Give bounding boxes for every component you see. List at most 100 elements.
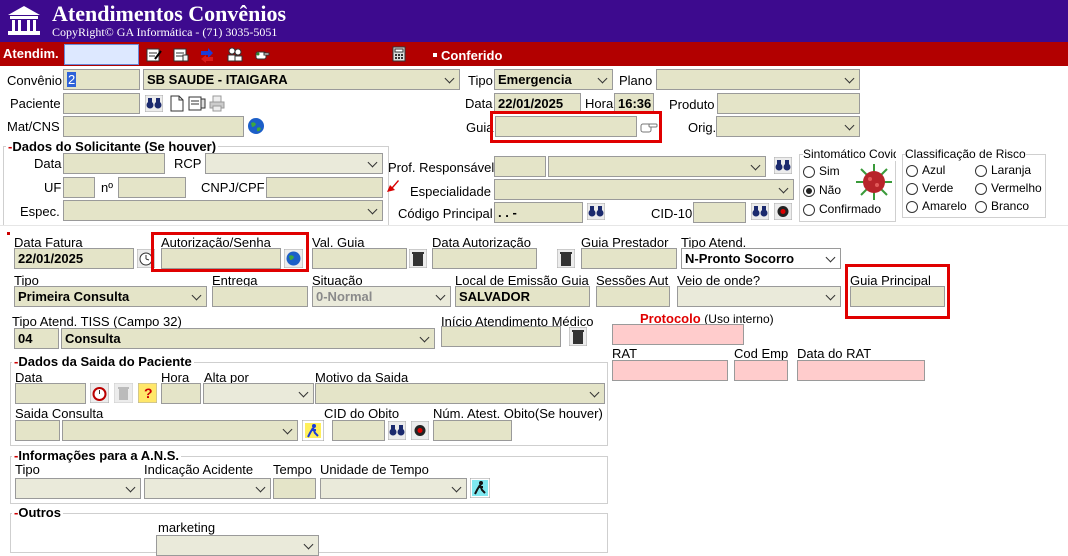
calculator-icon[interactable] [391,46,407,62]
record-icon[interactable] [774,203,792,220]
data-fatura-input[interactable]: 22/01/2025 [14,248,134,269]
saida-consulta-code-input[interactable] [15,420,60,441]
guia-prest-input[interactable] [581,248,677,269]
cnpj-input[interactable] [266,177,383,198]
saida-consulta-select[interactable] [62,420,298,441]
binoculars-icon[interactable] [751,203,769,220]
users-icon[interactable] [227,46,243,62]
numero-label: nº [101,180,113,195]
globe-icon[interactable] [247,117,265,135]
inicio-input[interactable] [441,326,561,347]
id-card-icon[interactable] [188,95,206,112]
indicacao-select[interactable] [144,478,271,499]
sintomatico-confirmado-radio[interactable] [803,204,815,216]
tiss-select[interactable]: Consulta [61,328,435,349]
running-exit-icon[interactable] [302,420,324,441]
guia-input[interactable] [495,116,637,137]
guia-principal-input[interactable] [850,286,945,307]
unidade-select[interactable] [320,478,467,499]
binoculars-icon[interactable] [145,95,163,112]
prof-select[interactable] [548,156,766,177]
risco-branco-radio[interactable] [975,201,987,213]
entrega-input[interactable] [212,286,308,307]
tipo-atend-select[interactable]: N-Pronto Socorro [681,248,841,269]
cid-input[interactable] [693,202,746,223]
convenio-select[interactable]: SB SAUDE - ITAIGARA [143,69,460,90]
binoculars-icon[interactable] [388,421,406,440]
sol-data-input[interactable] [63,153,165,174]
atendim-input[interactable] [64,44,139,65]
alarm-clock-icon[interactable] [90,383,109,403]
conferido-label: Conferido [441,48,503,63]
situacao-select[interactable]: 0-Normal [312,286,451,307]
record-icon[interactable] [411,421,429,440]
rat-input[interactable] [612,360,728,381]
prof-label: Prof. Responsável [388,160,495,175]
paciente-input[interactable] [63,93,140,114]
data-aut-input[interactable] [432,248,537,269]
data-rat-label: Data do RAT [797,346,872,361]
num-atest-label: Núm. Atest. Obito(Se houver) [433,406,603,421]
pointing-hand-icon[interactable] [640,120,658,134]
risco-laranja-radio[interactable] [975,165,987,177]
especialidade-select[interactable] [494,179,794,200]
trash-icon[interactable] [569,327,587,346]
codigo-input[interactable]: . . - [494,202,583,223]
orig-select[interactable] [716,116,860,137]
risco-azul-radio[interactable] [906,165,918,177]
binoculars-icon[interactable] [587,203,605,220]
cid-obito-input[interactable] [332,420,385,441]
convenio-code-input[interactable]: 2 [63,69,140,90]
form-edit-icon[interactable] [146,47,162,63]
hand-point-icon[interactable] [254,47,270,63]
tipo-fatura-select[interactable]: Primeira Consulta [14,286,207,307]
motivo-select[interactable] [315,383,605,404]
val-guia-input[interactable] [312,248,407,269]
sintomatico-nao-radio[interactable] [803,185,815,197]
cod-emp-input[interactable] [734,360,788,381]
matcns-input[interactable] [63,116,244,137]
globe-icon[interactable] [284,249,303,268]
num-atest-input[interactable] [433,420,512,441]
plano-select[interactable] [656,69,860,90]
veio-select[interactable] [677,286,841,307]
saida-data-input[interactable] [15,383,86,404]
sintomatico-sim-radio[interactable] [803,166,815,178]
numero-input[interactable] [118,177,186,198]
rcp-select[interactable] [205,153,383,174]
help-icon[interactable]: ? [138,383,157,403]
trash-icon[interactable] [557,249,575,268]
transfer-icon[interactable] [199,47,215,63]
alta-select[interactable] [203,383,314,404]
risco-amarelo-radio[interactable] [906,201,918,213]
trash-icon[interactable] [409,249,427,268]
tempo-input[interactable] [273,478,316,499]
tipo-select[interactable]: Emergencia [494,69,613,90]
espec-select[interactable] [63,200,383,221]
hora-label: Hora [585,96,614,111]
sessoes-input[interactable] [596,286,670,307]
tiss-code-input[interactable]: 04 [14,328,59,349]
cid-obito-label: CID do Obito [324,406,400,421]
risco-verde-radio[interactable] [906,183,918,195]
document-icon[interactable] [169,95,185,112]
running-exit-icon[interactable] [470,478,490,498]
form-open-icon[interactable] [173,47,189,63]
data-rat-input[interactable] [797,360,925,381]
autorizacao-input[interactable] [161,248,281,269]
protocolo-input[interactable] [612,324,744,345]
trash-icon[interactable] [114,383,133,403]
saida-title: -Dados da Saida do Paciente [12,354,194,369]
binoculars-icon[interactable] [774,157,792,174]
printer-icon[interactable] [209,95,225,112]
prof-code-input[interactable] [494,156,546,177]
risco-vermelho-radio[interactable] [975,183,987,195]
arrow-pointer-icon[interactable] [386,179,400,193]
risco-title: Classificação de Risco [905,147,1026,161]
uf-input[interactable] [63,177,95,198]
ans-tipo-select[interactable] [15,478,141,499]
saida-hora-input[interactable] [161,383,201,404]
produto-input[interactable] [717,93,860,114]
matcns-label: Mat/CNS [7,119,60,134]
local-input[interactable]: SALVADOR [455,286,590,307]
